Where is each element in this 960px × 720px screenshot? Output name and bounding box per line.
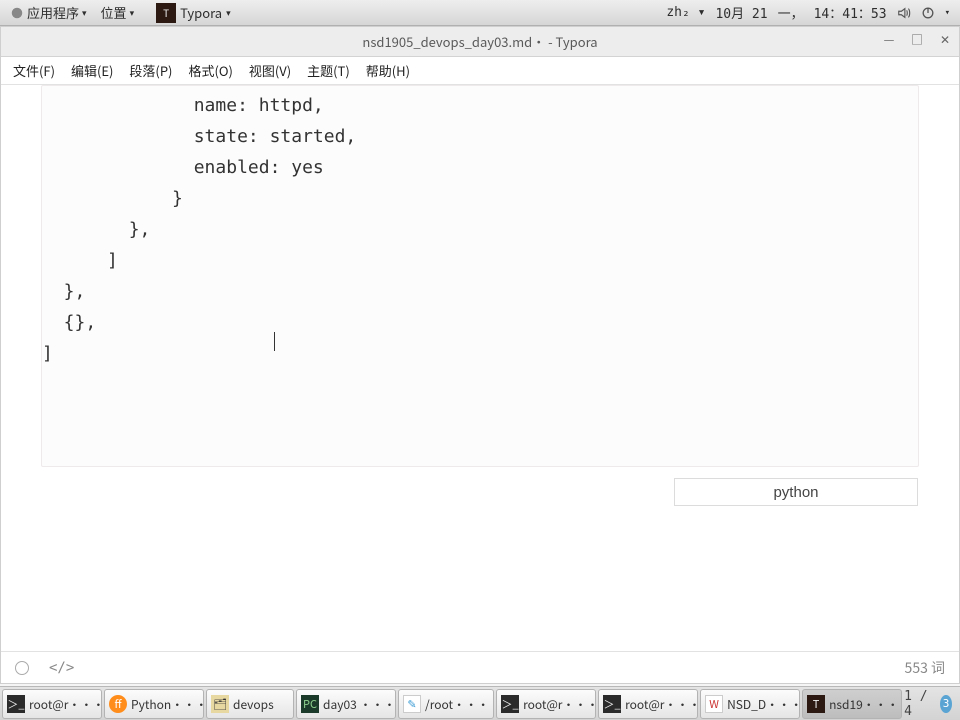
statusbar: </> 553 词	[1, 651, 959, 683]
foot-icon	[10, 6, 24, 20]
menu-view[interactable]: 视图(V)	[241, 58, 299, 83]
task-label: day03 ···	[323, 696, 395, 713]
task-wps[interactable]: WNSD_D···	[700, 689, 800, 719]
task-label: root@r···	[523, 696, 596, 713]
menu-theme[interactable]: 主题(T)	[299, 58, 358, 83]
code-line: ]	[42, 250, 118, 271]
gedit-icon: ✎	[403, 695, 421, 713]
code-line: },	[42, 281, 85, 302]
code-line: },	[42, 219, 150, 240]
gnome-top-panel: 应用程序 ▾ 位置 ▾ T Typora ▾ zh₂ ▾ 10月 21 一， 1…	[0, 0, 960, 26]
menu-paragraph[interactable]: 段落(P)	[121, 58, 180, 83]
clock[interactable]: 14：41：53	[814, 3, 887, 22]
word-count[interactable]: 553 词	[905, 658, 945, 678]
menu-help[interactable]: 帮助(H)	[358, 58, 418, 83]
typora-icon: T	[156, 3, 176, 23]
code-line: }	[42, 188, 183, 209]
applications-label: 应用程序	[27, 3, 79, 22]
terminal-icon: ＞_	[7, 695, 25, 713]
code-line: name: httpd,	[42, 95, 324, 116]
typora-icon: T	[807, 695, 825, 713]
text-cursor	[274, 332, 275, 351]
task-terminal-3[interactable]: ＞_root@r···	[598, 689, 698, 719]
current-app-label: Typora	[180, 3, 222, 22]
code-line: enabled: yes	[42, 157, 324, 178]
places-menu[interactable]: 位置 ▾	[95, 1, 141, 24]
window-title: nsd1905_devops_day03.md• - Typora	[362, 32, 597, 51]
source-mode-toggle[interactable]: </>	[49, 660, 74, 676]
pycharm-icon: PC	[301, 695, 319, 713]
code-language-selector[interactable]: python	[674, 478, 918, 506]
menu-file[interactable]: 文件(F)	[5, 58, 63, 83]
panel-left: 应用程序 ▾ 位置 ▾ T Typora ▾	[4, 1, 237, 25]
gnome-bottom-panel: ＞_root@r··· ffPython··· 🗂devops PCday03 …	[0, 686, 960, 720]
outline-toggle-icon[interactable]	[15, 661, 29, 675]
power-icon[interactable]	[921, 6, 935, 20]
task-label: NSD_D···	[727, 696, 800, 713]
task-label: nsd19···	[829, 696, 899, 713]
code-line: {},	[42, 312, 96, 333]
task-label: /root···	[425, 696, 489, 713]
date-indicator[interactable]: 10月 21	[715, 3, 767, 22]
task-gedit[interactable]: ✎/root···	[398, 689, 494, 719]
task-label: devops	[233, 696, 274, 713]
task-label: Python···	[131, 696, 204, 713]
code-block[interactable]: name: httpd, state: started, enabled: ye…	[41, 85, 919, 467]
terminal-icon: ＞_	[603, 695, 621, 713]
panel-right-group: 1 / 4 3	[904, 689, 958, 718]
places-label: 位置	[101, 3, 127, 22]
notification-badge[interactable]: 3	[940, 695, 952, 713]
task-terminal-1[interactable]: ＞_root@r···	[2, 689, 102, 719]
task-label: root@r···	[29, 696, 102, 713]
chevron-down-icon[interactable]: ▾	[945, 8, 950, 18]
editor-area[interactable]: name: httpd, state: started, enabled: ye…	[1, 85, 959, 651]
current-app-indicator[interactable]: T Typora ▾	[150, 1, 237, 25]
maximize-button[interactable]: □	[909, 31, 925, 47]
workspace-pager[interactable]: 1 / 4	[904, 689, 930, 719]
window-titlebar[interactable]: nsd1905_devops_day03.md• - Typora — □ ✕	[1, 27, 959, 57]
chevron-down-icon: ▾	[130, 6, 135, 19]
applications-menu[interactable]: 应用程序 ▾	[4, 1, 93, 24]
task-terminal-2[interactable]: ＞_root@r···	[496, 689, 596, 719]
code-line: state: started,	[42, 126, 356, 147]
firefox-icon: ff	[109, 695, 127, 713]
chevron-down-icon: ▾	[226, 6, 231, 19]
task-label: root@r···	[625, 696, 698, 713]
menubar: 文件(F) 编辑(E) 段落(P) 格式(O) 视图(V) 主题(T) 帮助(H…	[1, 57, 959, 85]
input-method-indicator[interactable]: zh₂ ▾	[666, 5, 705, 20]
system-tray: zh₂ ▾ 10月 21 一， 14：41：53 ▾	[666, 3, 956, 22]
task-firefox[interactable]: ffPython···	[104, 689, 204, 719]
task-typora[interactable]: Tnsd19···	[802, 689, 902, 719]
wps-icon: W	[705, 695, 723, 713]
menu-format[interactable]: 格式(O)	[180, 58, 240, 83]
files-icon: 🗂	[211, 695, 229, 713]
weekday-indicator: 一，	[778, 3, 804, 22]
volume-icon[interactable]	[897, 6, 911, 20]
menu-edit[interactable]: 编辑(E)	[63, 58, 121, 83]
code-line: ]	[42, 343, 53, 364]
task-files-devops[interactable]: 🗂devops	[206, 689, 294, 719]
window-controls: — □ ✕	[881, 31, 953, 47]
task-pycharm[interactable]: PCday03 ···	[296, 689, 396, 719]
terminal-icon: ＞_	[501, 695, 519, 713]
chevron-down-icon: ▾	[82, 6, 87, 19]
close-button[interactable]: ✕	[937, 31, 953, 47]
typora-window: nsd1905_devops_day03.md• - Typora — □ ✕ …	[0, 26, 960, 684]
minimize-button[interactable]: —	[881, 31, 897, 47]
